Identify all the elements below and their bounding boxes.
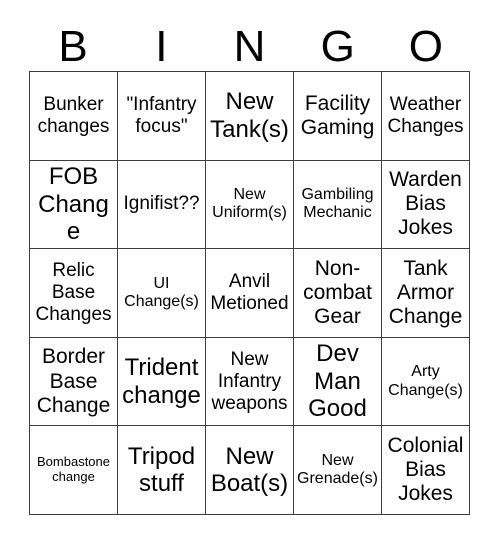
bingo-cell-label: UI Change(s)	[124, 274, 199, 310]
bingo-cell-n5[interactable]: New Boat(s)	[206, 426, 294, 515]
bingo-cell-g1[interactable]: Facility Gaming	[294, 72, 382, 161]
bingo-cell-label: Anvil Metioned	[210, 271, 289, 314]
bingo-cell-label: Relic Base Changes	[35, 260, 112, 325]
bingo-header-letter-g: G	[320, 22, 355, 71]
bingo-cell-o2[interactable]: Warden Bias Jokes	[382, 160, 470, 250]
bingo-cell-label: New Infantry weapons	[211, 348, 288, 414]
bingo-header-row: B I N G O	[29, 18, 470, 70]
bingo-cell-label: Arty Change(s)	[388, 363, 463, 399]
bingo-cell-n2[interactable]: New Uniform(s)	[206, 160, 294, 250]
bingo-cell-label: Ignifist??	[123, 193, 200, 215]
bingo-cell-o5[interactable]: Colonial Bias Jokes	[382, 426, 470, 515]
bingo-cell-label: Gambiling Mechanic	[301, 186, 374, 222]
bingo-cell-label: Weather Changes	[387, 93, 464, 137]
bingo-cell-n1[interactable]: New Tank(s)	[206, 72, 294, 161]
bingo-cell-i2[interactable]: Ignifist??	[118, 160, 206, 250]
bingo-cell-label: Trident change	[122, 354, 201, 409]
bingo-cell-n3[interactable]: Anvil Metioned	[206, 249, 294, 338]
bingo-header-letter-i: I	[155, 22, 168, 71]
bingo-cell-g4[interactable]: Dev Man Good	[294, 337, 382, 427]
bingo-cell-label: Tank Armor Change	[388, 256, 463, 329]
bingo-cell-b3[interactable]: Relic Base Changes	[30, 249, 118, 338]
bingo-cell-b4[interactable]: Border Base Change	[30, 337, 118, 427]
bingo-cell-b1[interactable]: Bunker changes	[30, 72, 118, 161]
bingo-cell-g2[interactable]: Gambiling Mechanic	[294, 160, 382, 250]
bingo-cell-label: FOB Change	[38, 163, 109, 246]
bingo-cell-i5[interactable]: Tripod stuff	[118, 426, 206, 515]
bingo-cell-b2[interactable]: FOB Change	[30, 160, 118, 250]
bingo-cell-label: Bombastone change	[37, 454, 110, 485]
bingo-header-letter-o: O	[408, 22, 444, 71]
bingo-cell-o3[interactable]: Tank Armor Change	[382, 249, 470, 338]
bingo-cell-n4[interactable]: New Infantry weapons	[206, 337, 294, 427]
bingo-cell-i1[interactable]: "Infantry focus"	[118, 72, 206, 161]
bingo-cell-label: "Infantry focus"	[126, 93, 197, 137]
bingo-header-letter-n: N	[233, 22, 266, 71]
bingo-cell-label: New Uniform(s)	[212, 186, 287, 222]
bingo-cell-o4[interactable]: Arty Change(s)	[382, 337, 470, 427]
bingo-cell-label: Tripod stuff	[127, 442, 196, 498]
bingo-cell-label: Non-combat Gear	[303, 256, 372, 329]
bingo-cell-i3[interactable]: UI Change(s)	[118, 249, 206, 338]
bingo-grid: Bunker changes "Infantry focus" New Tank…	[29, 71, 470, 515]
bingo-cell-b5[interactable]: Bombastone change	[30, 426, 118, 515]
bingo-header-letter-b: B	[58, 22, 88, 71]
bingo-cell-label: Warden Bias Jokes	[389, 168, 462, 240]
bingo-cell-label: Dev Man Good	[308, 340, 367, 423]
bingo-cell-label: Bunker changes	[37, 93, 110, 137]
bingo-cell-g3[interactable]: Non-combat Gear	[294, 249, 382, 338]
bingo-cell-label: Border Base Change	[36, 345, 111, 417]
bingo-cell-label: New Tank(s)	[210, 88, 289, 143]
bingo-cell-label: New Boat(s)	[210, 442, 289, 498]
bingo-cell-i4[interactable]: Trident change	[118, 337, 206, 427]
bingo-cell-label: Colonial Bias Jokes	[387, 433, 464, 506]
bingo-card: B I N G O Bunker changes "Infantry focus…	[0, 0, 500, 544]
bingo-cell-g5[interactable]: New Grenade(s)	[294, 426, 382, 515]
bingo-cell-o1[interactable]: Weather Changes	[382, 72, 470, 161]
bingo-cell-label: Facility Gaming	[300, 91, 375, 139]
bingo-cell-label: New Grenade(s)	[297, 451, 378, 488]
